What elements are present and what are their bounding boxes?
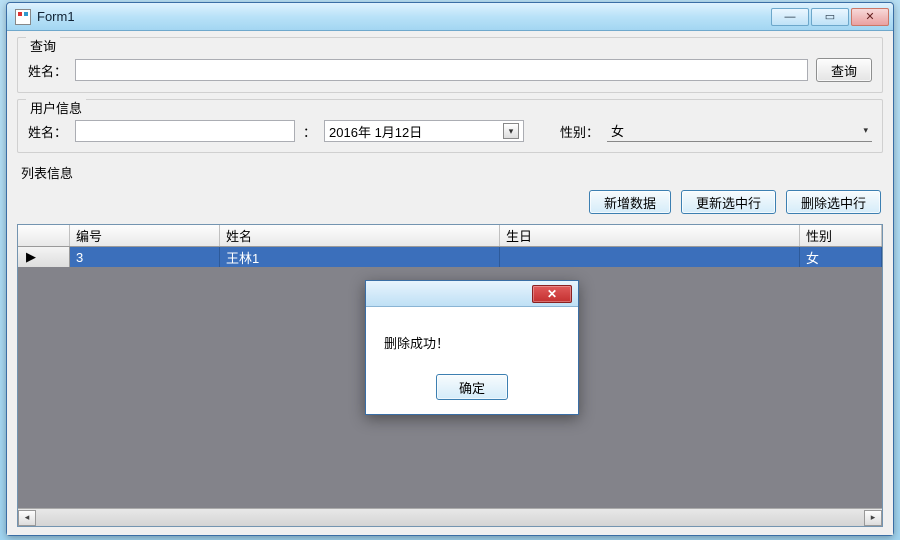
userinfo-date-label: ： [303,122,316,141]
dialog-ok-button[interactable]: 确定 [436,374,508,400]
userinfo-gender-value: 女 [611,121,624,140]
userinfo-gender-label: 性别： [560,122,599,141]
horizontal-scrollbar[interactable]: ◂ ▸ [18,508,882,526]
col-birthday[interactable]: 生日 [500,225,800,246]
app-window: Form1 — ▭ ✕ 查询 姓名： 查询 用户信息 姓名： ： 2016年 1… [6,2,894,536]
cell-birthday[interactable] [500,247,800,267]
col-gender[interactable]: 性别 [800,225,882,246]
message-dialog: ✕ 删除成功！ 确定 [365,280,579,415]
add-button[interactable]: 新增数据 [589,190,671,214]
cell-id[interactable]: 3 [70,247,220,267]
cell-gender[interactable]: 女 [800,247,882,267]
query-legend: 查询 [26,36,60,55]
row-indicator-icon: ▶ [18,247,70,267]
window-controls: — ▭ ✕ [771,8,889,26]
userinfo-gender-combo[interactable]: 女 ▾ [607,120,872,142]
userinfo-legend: 用户信息 [26,98,86,117]
query-group: 查询 姓名： 查询 [17,37,883,93]
userinfo-group: 用户信息 姓名： ： 2016年 1月12日 ▾ 性别： 女 ▾ [17,99,883,153]
cell-name[interactable]: 王林1 [220,247,500,267]
scroll-right-icon[interactable]: ▸ [864,510,882,526]
grid-header: 编号 姓名 生日 性别 [18,225,882,247]
query-name-input[interactable] [75,59,808,81]
table-row[interactable]: ▶ 3 王林1 女 [18,247,882,267]
app-icon [15,9,31,25]
minimize-button[interactable]: — [771,8,809,26]
dialog-titlebar[interactable]: ✕ [366,281,578,307]
update-button[interactable]: 更新选中行 [681,190,776,214]
userinfo-name-label: 姓名： [28,122,67,141]
userinfo-date-picker[interactable]: 2016年 1月12日 ▾ [324,120,524,142]
titlebar[interactable]: Form1 — ▭ ✕ [7,3,893,31]
delete-button[interactable]: 删除选中行 [786,190,881,214]
grid-rowheader-col [18,225,70,246]
userinfo-name-input[interactable] [75,120,295,142]
chevron-down-icon: ▾ [863,125,868,136]
dialog-close-button[interactable]: ✕ [532,285,572,303]
userinfo-date-value: 2016年 1月12日 [329,122,422,141]
window-title: Form1 [37,9,771,24]
col-name[interactable]: 姓名 [220,225,500,246]
query-name-label: 姓名： [28,61,67,80]
calendar-dropdown-icon[interactable]: ▾ [503,123,519,139]
list-section-label: 列表信息 [21,163,883,182]
maximize-button[interactable]: ▭ [811,8,849,26]
close-button[interactable]: ✕ [851,8,889,26]
dialog-message: 删除成功！ [366,307,578,366]
scroll-left-icon[interactable]: ◂ [18,510,36,526]
col-id[interactable]: 编号 [70,225,220,246]
query-search-button[interactable]: 查询 [816,58,872,82]
list-toolbar: 新增数据 更新选中行 删除选中行 [17,190,883,218]
